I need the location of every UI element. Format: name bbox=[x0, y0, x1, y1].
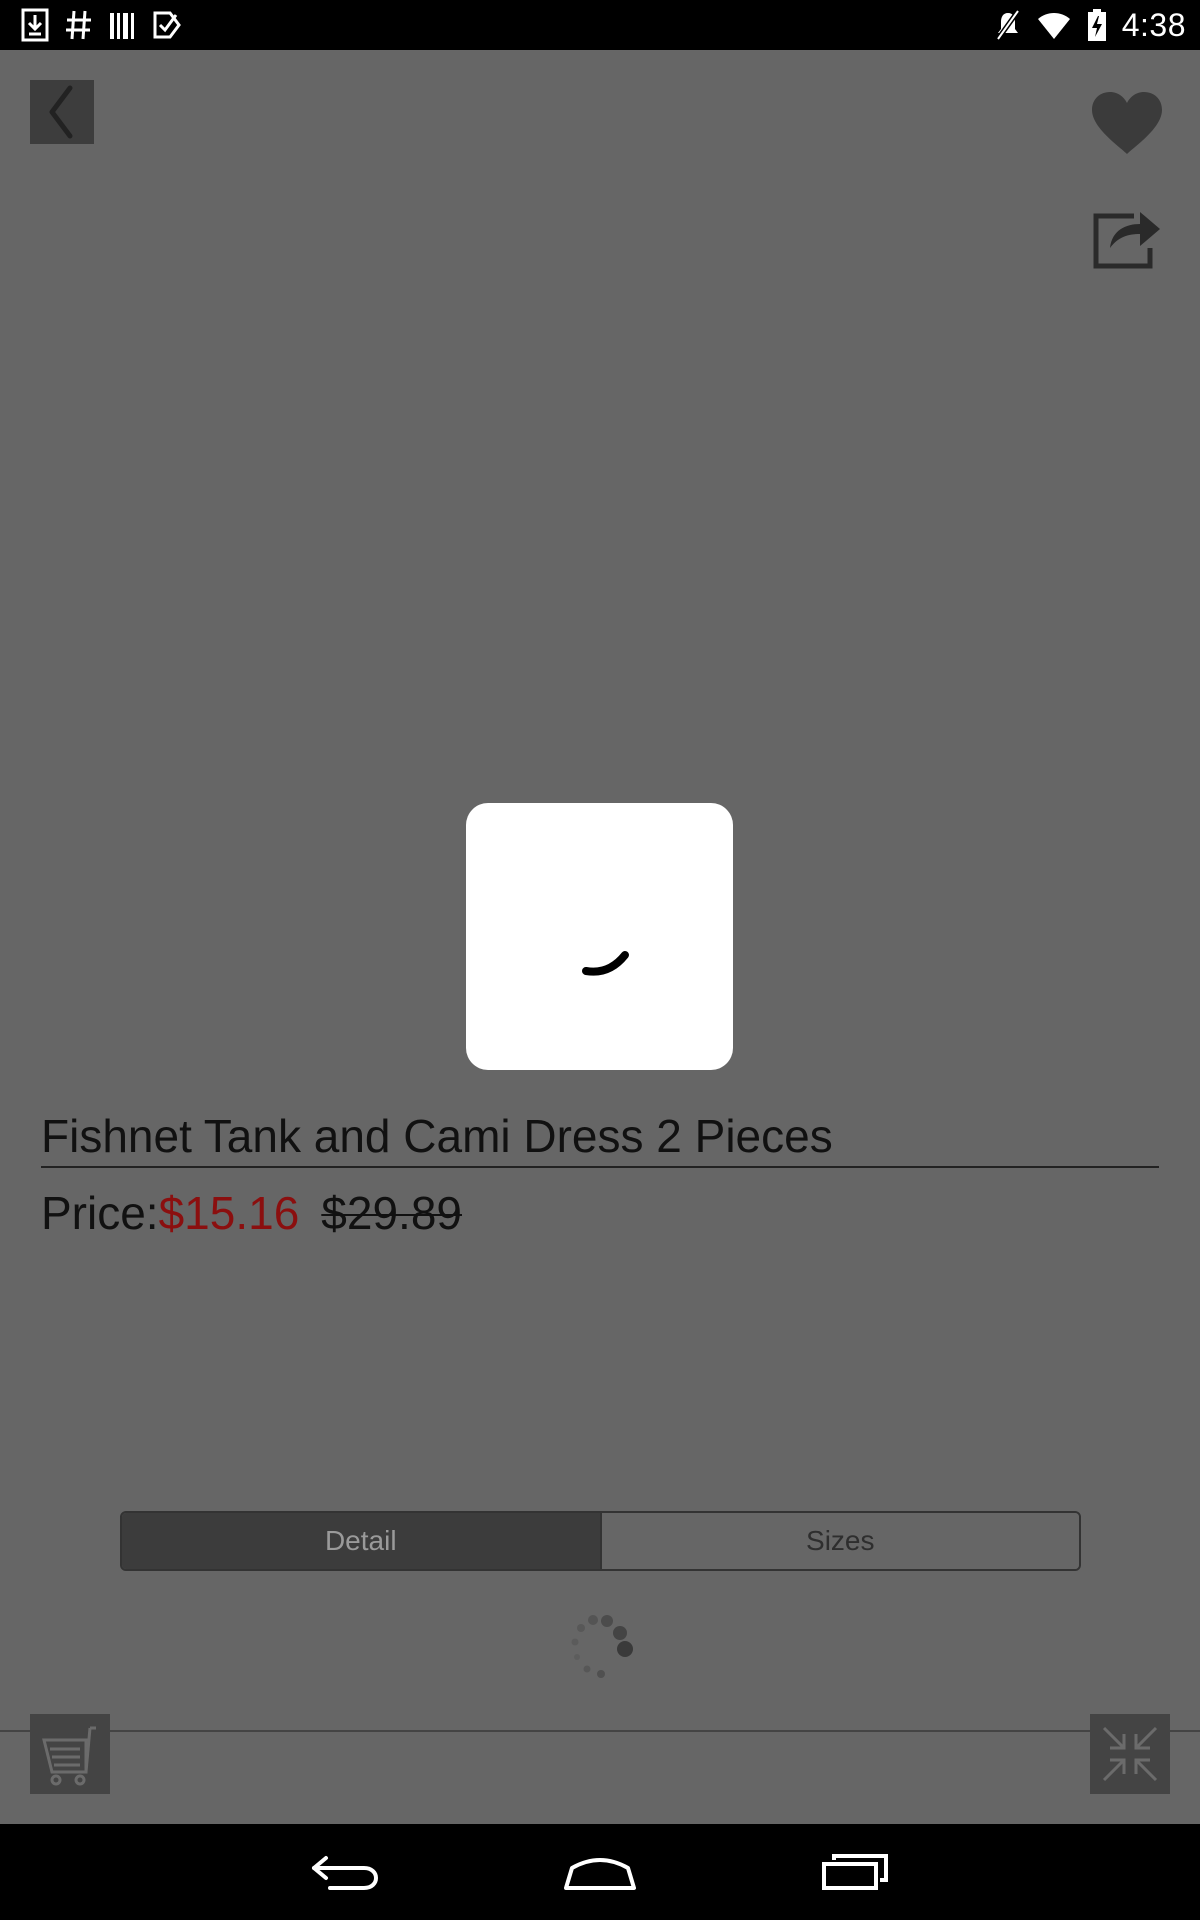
barcode-icon bbox=[110, 13, 134, 39]
heart-icon bbox=[1092, 92, 1162, 154]
navigation-bar bbox=[0, 1824, 1200, 1920]
battery-charging-icon bbox=[1087, 9, 1106, 41]
nav-recents-button[interactable] bbox=[800, 1824, 910, 1920]
chevron-left-icon bbox=[49, 85, 73, 139]
tab-sizes[interactable]: Sizes bbox=[599, 1513, 1079, 1569]
tab-detail[interactable]: Detail bbox=[122, 1513, 600, 1569]
cart-button[interactable] bbox=[30, 1714, 110, 1794]
price-label: Price: bbox=[41, 1187, 159, 1239]
collapse-icon bbox=[1102, 1726, 1158, 1782]
original-price: $29.89 bbox=[321, 1187, 462, 1239]
checkbox-icon bbox=[153, 11, 181, 39]
share-icon bbox=[1093, 212, 1160, 269]
price-row: Price: $15.16 $29.89 bbox=[41, 1183, 462, 1243]
collapse-button[interactable] bbox=[1090, 1714, 1170, 1794]
bottom-divider bbox=[0, 1730, 1200, 1732]
home-nav-icon bbox=[564, 1858, 636, 1890]
download-icon bbox=[21, 8, 49, 42]
spinner-icon bbox=[582, 951, 629, 976]
sale-price: $15.16 bbox=[158, 1187, 300, 1239]
share-button[interactable] bbox=[1090, 202, 1162, 270]
favorite-button[interactable] bbox=[1090, 90, 1164, 156]
status-bar: 4:38 bbox=[0, 0, 1200, 50]
nav-back-button[interactable] bbox=[290, 1824, 400, 1920]
clock: 4:38 bbox=[1121, 6, 1186, 43]
product-title: Fishnet Tank and Cami Dress 2 Pieces bbox=[41, 1110, 833, 1162]
nav-home-button[interactable] bbox=[545, 1824, 655, 1920]
loading-dots-icon bbox=[571, 1615, 633, 1678]
cart-icon bbox=[42, 1726, 96, 1786]
back-button[interactable] bbox=[30, 80, 94, 144]
notification-icons bbox=[20, 0, 182, 50]
back-nav-icon bbox=[312, 1856, 379, 1890]
recents-nav-icon bbox=[822, 1854, 888, 1890]
wifi-icon bbox=[1037, 13, 1070, 39]
mute-icon bbox=[995, 9, 1020, 41]
hash-icon bbox=[66, 10, 91, 40]
title-divider bbox=[41, 1166, 1159, 1168]
system-status: 4:38 bbox=[994, 0, 1186, 50]
tab-group: Detail Sizes bbox=[120, 1511, 1081, 1571]
